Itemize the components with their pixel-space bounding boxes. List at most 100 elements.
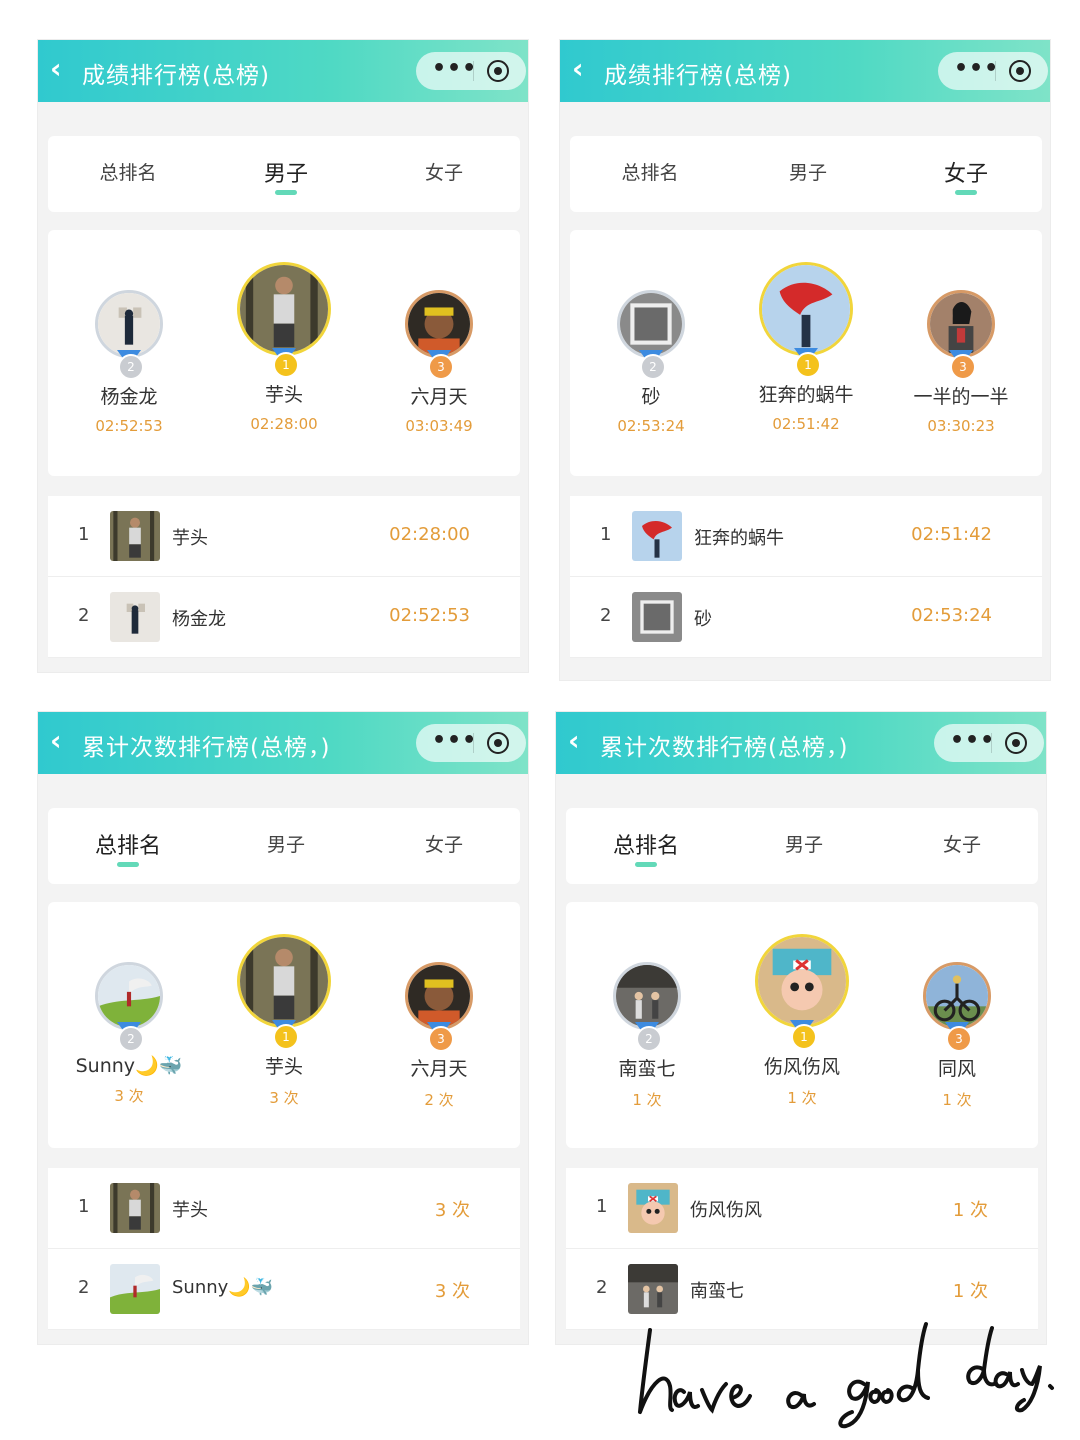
row-value: 3 次 [434, 1200, 470, 1221]
ranking-list: 1 狂奔的蜗牛 02:51:42 2 砂 02:53:24 [570, 496, 1042, 658]
target-close-icon[interactable] [487, 60, 509, 82]
podium-entry-rank-1[interactable]: 1 芋头 3 次 [209, 934, 359, 1108]
medal-icon: 2 [640, 354, 666, 380]
tab-overall[interactable]: 总排名 [68, 828, 188, 867]
tab-bar: 总排名 男子 女子 [48, 136, 520, 212]
chevron-left-icon[interactable]: ‹ [50, 726, 62, 756]
target-close-icon[interactable] [1009, 60, 1031, 82]
medal-icon: 3 [950, 354, 976, 380]
row-value: 02:28:00 [389, 524, 470, 545]
avatar-wrapper: 3 [882, 962, 1032, 1052]
tab-women[interactable]: 女子 [902, 830, 1022, 857]
leaderboard-panel-1: ‹ 成绩排行榜(总榜) ••• 总排名 男子 女子 2 杨金龙 02:52:53 1 芋头 02:28… [38, 40, 528, 672]
tab-men[interactable]: 男子 [226, 156, 346, 195]
tab-women[interactable]: 女子 [906, 156, 1026, 195]
podium: 2 砂 02:53:24 1 狂奔的蜗牛 02:51:42 3 一半的一半 03:30:23 [570, 230, 1042, 476]
table-row[interactable]: 2 Sunny🌙🐳 3 次 [48, 1249, 520, 1330]
podium-name: 砂 [641, 386, 661, 408]
podium-entry-rank-2[interactable]: 2 Sunny🌙🐳 3 次 [54, 962, 204, 1106]
tab-women[interactable]: 女子 [384, 158, 504, 185]
mini-program-capsule: ••• [934, 724, 1044, 762]
row-value: 02:51:42 [911, 524, 992, 545]
podium-entry-rank-2[interactable]: 2 砂 02:53:24 [576, 290, 726, 435]
avatar [617, 290, 685, 358]
medal-icon: 2 [636, 1026, 662, 1052]
avatar [613, 962, 681, 1030]
avatar [95, 962, 163, 1030]
podium-entry-rank-2[interactable]: 2 杨金龙 02:52:53 [54, 290, 204, 435]
podium-entry-rank-3[interactable]: 3 六月天 2 次 [364, 962, 514, 1110]
podium-entry-rank-1[interactable]: 1 狂奔的蜗牛 02:51:42 [731, 262, 881, 433]
table-row[interactable]: 1 芋头 3 次 [48, 1168, 520, 1249]
signature-have-a-good-day [638, 1322, 1054, 1429]
table-row[interactable]: 2 砂 02:53:24 [570, 577, 1042, 658]
leaderboard-panel-4: ‹ 累计次数排行榜(总榜，) ••• 总排名 男子 女子 2 南蛮七 1 次 1 伤风伤风 1 次 3 同… [556, 712, 1046, 1344]
podium-value: 02:51:42 [772, 415, 840, 433]
tab-active-indicator [117, 862, 139, 867]
more-dots-icon[interactable]: ••• [954, 56, 999, 81]
more-dots-icon[interactable]: ••• [950, 728, 995, 753]
tab-overall[interactable]: 总排名 [68, 158, 188, 185]
row-avatar [632, 511, 682, 561]
page-title: 成绩排行榜(总榜) [82, 63, 270, 89]
avatar [923, 962, 991, 1030]
podium-value: 3 次 [269, 1089, 299, 1107]
medal-icon: 3 [946, 1026, 972, 1052]
podium-entry-rank-2[interactable]: 2 南蛮七 1 次 [572, 962, 722, 1110]
tab-men[interactable]: 男子 [744, 830, 864, 857]
tab-active-indicator [635, 862, 657, 867]
row-avatar [110, 1264, 160, 1314]
avatar-wrapper: 2 [54, 962, 204, 1052]
row-name: 杨金龙 [172, 609, 226, 630]
chevron-left-icon[interactable]: ‹ [50, 54, 62, 84]
row-name: 芋头 [172, 1200, 208, 1221]
row-value: 02:53:24 [911, 605, 992, 626]
avatar-wrapper: 1 [731, 262, 881, 378]
tab-overall[interactable]: 总排名 [590, 158, 710, 185]
target-close-icon[interactable] [487, 732, 509, 754]
row-rank: 2 [596, 1277, 608, 1298]
row-rank: 2 [78, 1277, 90, 1298]
tab-women[interactable]: 女子 [384, 830, 504, 857]
podium-entry-rank-3[interactable]: 3 六月天 03:03:49 [364, 290, 514, 435]
table-row[interactable]: 1 伤风伤风 1 次 [566, 1168, 1038, 1249]
table-row[interactable]: 1 狂奔的蜗牛 02:51:42 [570, 496, 1042, 577]
podium-entry-rank-3[interactable]: 3 一半的一半 03:30:23 [886, 290, 1036, 435]
chevron-left-icon[interactable]: ‹ [572, 54, 584, 84]
row-name: Sunny🌙🐳 [172, 1277, 274, 1298]
chevron-left-icon[interactable]: ‹ [568, 726, 580, 756]
tab-men[interactable]: 男子 [748, 158, 868, 185]
tab-bar: 总排名 男子 女子 [566, 808, 1038, 884]
tab-overall[interactable]: 总排名 [586, 828, 706, 867]
podium: 2 杨金龙 02:52:53 1 芋头 02:28:00 3 六月天 03:03:49 [48, 230, 520, 476]
podium-value: 02:52:53 [95, 417, 163, 435]
tab-men[interactable]: 男子 [226, 830, 346, 857]
capsule-divider [991, 733, 992, 753]
podium-name: 狂奔的蜗牛 [758, 384, 854, 406]
podium-name: 芋头 [264, 1056, 303, 1078]
leaderboard-panel-3: ‹ 累计次数排行榜(总榜，) ••• 总排名 男子 女子 2 Sunny🌙🐳 3 次 1 芋头 3 次… [38, 712, 528, 1344]
table-row[interactable]: 2 杨金龙 02:52:53 [48, 577, 520, 658]
capsule-divider [995, 61, 996, 81]
podium-value: 1 次 [787, 1089, 817, 1107]
avatar-wrapper: 2 [54, 290, 204, 380]
podium-value: 3 次 [114, 1087, 144, 1105]
podium-entry-rank-1[interactable]: 1 伤风伤风 1 次 [727, 934, 877, 1108]
podium-entry-rank-1[interactable]: 1 芋头 02:28:00 [209, 262, 359, 433]
capsule-divider [473, 733, 474, 753]
target-close-icon[interactable] [1005, 732, 1027, 754]
podium-entry-rank-3[interactable]: 3 同风 1 次 [882, 962, 1032, 1110]
tab-label: 女子 [424, 162, 463, 184]
avatar [759, 262, 853, 356]
medal-icon: 3 [428, 1026, 454, 1052]
medal-icon: 3 [428, 354, 454, 380]
podium-name: 一半的一半 [913, 386, 1009, 408]
row-rank: 1 [596, 1196, 608, 1217]
more-dots-icon[interactable]: ••• [432, 728, 477, 753]
more-dots-icon[interactable]: ••• [432, 56, 477, 81]
nav-header: ‹ 成绩排行榜(总榜) ••• [560, 40, 1050, 102]
podium-value: 2 次 [424, 1091, 454, 1109]
avatar [237, 934, 331, 1028]
tab-label: 男子 [788, 162, 827, 184]
table-row[interactable]: 1 芋头 02:28:00 [48, 496, 520, 577]
